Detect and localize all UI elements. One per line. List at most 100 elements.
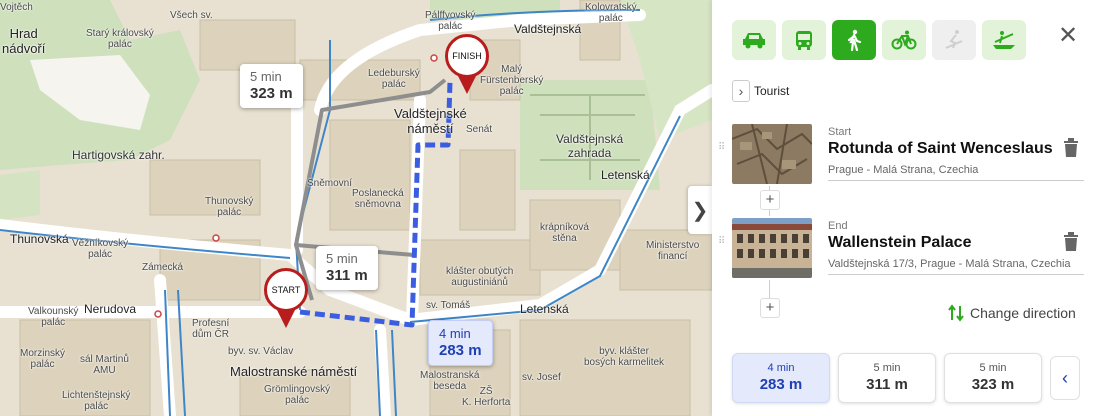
start-address: Prague - Malá Strana, Czechia (828, 164, 1084, 181)
mode-walk-button[interactable] (832, 20, 876, 60)
callout-distance: 323 m (250, 85, 293, 102)
collapse-panel-button[interactable]: ❯ (688, 186, 712, 234)
map-label: Senát (466, 124, 493, 135)
map-label: Valdštejnská zahrada (556, 132, 624, 160)
route-callout-283m[interactable]: 4 min 283 m (428, 320, 493, 366)
route-callout-323m[interactable]: 5 min 323 m (240, 64, 303, 108)
map-label: Starý královský palác (86, 28, 154, 50)
route-callout-311m[interactable]: 5 min 311 m (316, 246, 378, 290)
transport-modes (732, 20, 1026, 60)
map-label: Hartigovská zahr. (72, 148, 165, 162)
map-label: Ministerstvo financí (646, 240, 700, 262)
map-label: Nerudova (84, 302, 137, 316)
finish-pin[interactable]: FINISH (445, 34, 489, 94)
add-waypoint-button[interactable]: + (760, 298, 780, 318)
end-kind: End (828, 220, 848, 232)
change-direction-label: Change direction (970, 305, 1076, 321)
callout-time: 5 min (250, 69, 282, 84)
end-name: Wallenstein Palace (828, 234, 972, 251)
map-label: sv. Josef (522, 372, 561, 383)
route-option-2[interactable]: 5 min 311 m (838, 353, 936, 403)
map-label: Lichtenštejnský palác (62, 390, 131, 412)
change-direction-button[interactable]: Change direction (948, 304, 1076, 322)
bus-icon (796, 31, 812, 50)
tourist-label: Tourist (754, 84, 790, 98)
map-label: Kolovratský palác (585, 2, 637, 24)
map-label: Profesní dům ČR (192, 318, 230, 340)
route-option-3[interactable]: 5 min 323 m (944, 353, 1042, 403)
drag-handle-icon[interactable]: ⠿ (718, 143, 726, 160)
map-label: Malostranské náměstí (230, 364, 358, 379)
chevron-right-icon: › (732, 80, 750, 102)
map-label: Hrad nádvoří (2, 26, 46, 56)
map-label: Grömlingovský palác (264, 384, 331, 406)
map-label: byv. klášter bosých karmelitek (584, 346, 665, 368)
start-pin[interactable]: START (264, 268, 308, 328)
ski-icon (945, 30, 963, 49)
route-distance: 311 m (866, 376, 908, 393)
map-label: Valdštejnská (514, 22, 582, 36)
mode-boat-button[interactable] (982, 20, 1026, 60)
end-photo (732, 218, 812, 278)
map-label: Pálffyovský palác (425, 10, 476, 32)
map-label: Věžníkovský palác (72, 238, 129, 260)
route-time: 5 min (873, 362, 901, 374)
map-label: Thunovská (10, 232, 69, 246)
route-time: 4 min (767, 362, 795, 374)
map-label: ZŠ K. Herforta (462, 386, 511, 408)
trash-icon[interactable] (1062, 138, 1080, 158)
callout-time: 5 min (326, 251, 358, 266)
callout-time: 4 min (439, 326, 471, 341)
car-icon (743, 33, 765, 49)
tourist-filter[interactable]: › Tourist (732, 80, 789, 102)
chevron-right-icon: ❯ (691, 199, 709, 222)
route-distance: 323 m (971, 376, 1015, 393)
route-time: 5 min (979, 362, 1007, 374)
map-label: Sněmovní (307, 178, 353, 189)
route-distance: 283 m (759, 376, 803, 393)
boat-icon (993, 31, 1015, 49)
map-label: sál Martinů AMU (80, 354, 129, 376)
close-icon: ✕ (1057, 22, 1079, 49)
mode-bike-button[interactable] (882, 20, 926, 60)
map-label: Valdštejnské náměstí (394, 106, 467, 136)
trash-icon[interactable] (1062, 232, 1080, 252)
map-label: Morzinský palác (20, 348, 66, 370)
finish-pin-label: FINISH (452, 51, 482, 61)
bike-icon (891, 30, 917, 50)
map-label: klášter obutých augustiniánů (446, 266, 514, 288)
map-label: byv. sv. Václav (228, 346, 294, 357)
route-option-1[interactable]: 4 min 283 m (732, 353, 830, 403)
map-label: Valkounský palác (28, 306, 79, 328)
start-kind: Start (828, 126, 852, 138)
routes-prev-button[interactable]: ‹ (1050, 356, 1080, 400)
chevron-left-icon: ‹ (1062, 367, 1068, 388)
map-label: Všech sv. (170, 10, 213, 21)
drag-handle-icon[interactable]: ⠿ (718, 237, 726, 254)
start-pin-label: START (271, 285, 301, 295)
map-label: Ledeburský palác (368, 68, 420, 90)
end-address: Valdštejnská 17/3, Prague - Malá Strana,… (828, 258, 1084, 275)
map-label: krápníková stěna (540, 222, 589, 244)
map-label: Poslanecká sněmovna (352, 188, 404, 210)
callout-distance: 283 m (439, 342, 482, 359)
close-panel-button[interactable]: ✕ (1056, 22, 1080, 50)
route-options: 4 min 283 m 5 min 311 m 5 min 323 m (732, 353, 1042, 403)
start-name: Rotunda of Saint Wenceslaus (828, 140, 1053, 157)
mode-car-button[interactable] (732, 20, 776, 60)
route-panel: ✕ › Tourist ⠿ Start Rotunda of Saint Wen… (712, 0, 1112, 416)
map-label: Thunovský palác (205, 196, 254, 218)
map-label: Zámecká (142, 262, 184, 273)
map-view[interactable]: Vojtěch Hrad nádvoří Starý královský palác Vš… (0, 0, 712, 416)
swap-direction-icon (948, 304, 964, 322)
map-label: Letenská (601, 168, 650, 182)
start-photo (732, 124, 812, 184)
map-label: Letenská (520, 302, 569, 316)
walk-icon (847, 29, 862, 51)
callout-distance: 311 m (326, 267, 368, 284)
mode-bus-button[interactable] (782, 20, 826, 60)
mode-ski-button (932, 20, 976, 60)
map-label: Malý Fürstenberský palác (480, 64, 544, 97)
add-waypoint-button[interactable]: + (760, 190, 780, 210)
map-label: sv. Tomáš (426, 300, 471, 311)
